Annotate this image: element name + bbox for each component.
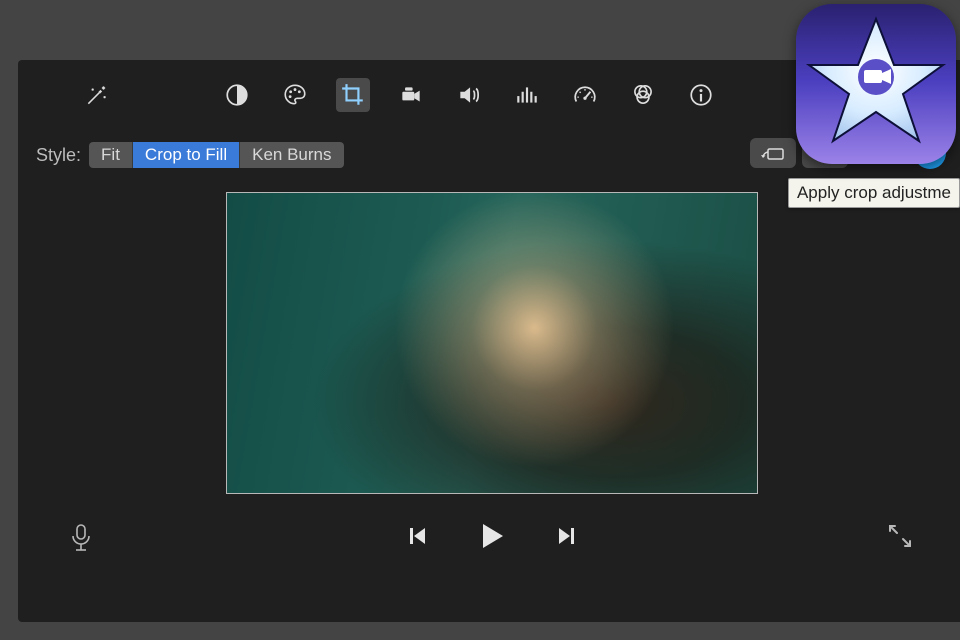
previous-frame-button[interactable] [407,525,429,552]
crop-style-row: Style: Fit Crop to Fill Ken Burns [36,140,344,170]
tool-group [220,78,718,112]
overlap-circles-icon [630,82,656,108]
crop-button[interactable] [336,78,370,112]
crop-icon [340,82,366,108]
skip-forward-icon [555,525,577,547]
noise-reduction-button[interactable] [510,78,544,112]
stabilization-button[interactable] [394,78,428,112]
style-label: Style: [36,145,81,166]
preview-viewer[interactable] [226,192,758,494]
color-correction-button[interactable] [278,78,312,112]
video-camera-icon [398,82,424,108]
info-button[interactable] [684,78,718,112]
speaker-icon [456,82,482,108]
play-button[interactable] [477,521,507,556]
playback-controls [407,521,577,556]
apply-tooltip: Apply crop adjustme [788,178,960,208]
half-circle-icon [224,82,250,108]
play-icon [477,521,507,551]
transport-bar [18,514,960,562]
speed-button[interactable] [568,78,602,112]
info-icon [688,82,714,108]
palette-icon [282,82,308,108]
speedometer-icon [572,82,598,108]
voiceover-button[interactable] [64,521,98,555]
style-option-ken-burns[interactable]: Ken Burns [239,142,343,168]
preview-image [227,193,757,493]
skip-back-icon [407,525,429,547]
imovie-app-icon [796,4,956,164]
equalizer-icon [514,82,540,108]
volume-button[interactable] [452,78,486,112]
style-option-fit[interactable]: Fit [89,142,132,168]
color-filter-button[interactable] [626,78,660,112]
rotate-ccw-button[interactable] [750,138,796,168]
color-balance-button[interactable] [220,78,254,112]
style-option-crop-to-fill[interactable]: Crop to Fill [132,142,239,168]
style-segmented-control: Fit Crop to Fill Ken Burns [89,142,343,168]
wand-icon [84,82,110,108]
microphone-icon [68,523,94,553]
auto-enhance-button[interactable] [80,78,114,112]
star-icon [801,9,951,159]
next-frame-button[interactable] [555,525,577,552]
rotate-ccw-icon [759,143,787,163]
fullscreen-button[interactable] [886,522,914,555]
expand-icon [886,522,914,550]
